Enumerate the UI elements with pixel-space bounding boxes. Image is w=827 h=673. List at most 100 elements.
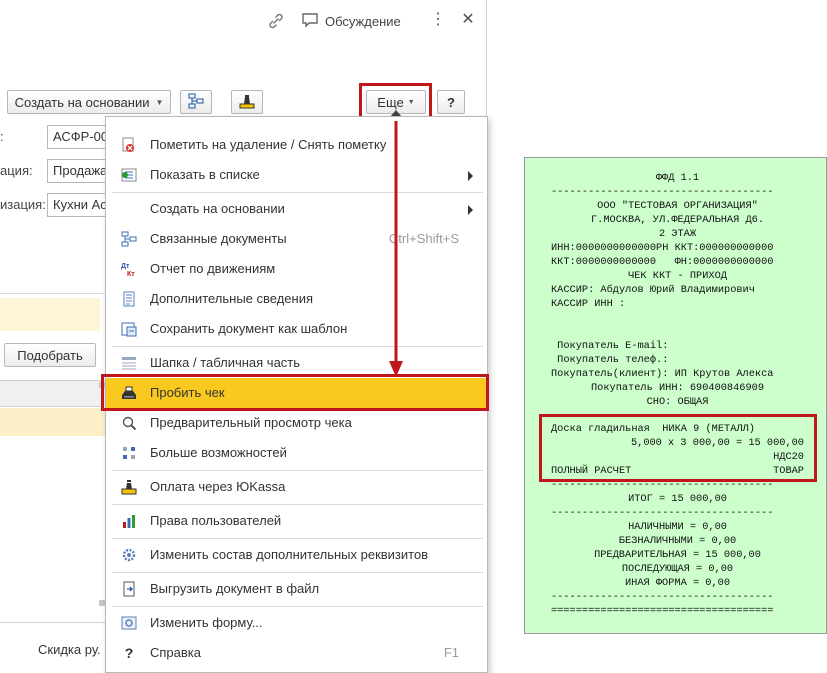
- info-banner: [0, 298, 100, 331]
- svg-text:Дт: Дт: [121, 263, 130, 270]
- menu-item-edit-form[interactable]: Изменить форму...: [106, 608, 487, 638]
- speech-bubble-icon: [301, 11, 319, 32]
- receipt-prepaid: ПРЕДВАРИТЕЛЬНАЯ = 15 000,00: [594, 549, 761, 561]
- receipt-total: ИТОГ = 15 000,00: [628, 493, 727, 505]
- header-table-icon: [121, 355, 137, 371]
- help-icon: ?: [124, 645, 134, 661]
- menu-separator: [112, 504, 483, 505]
- receipt-item-highlight: [539, 414, 817, 482]
- punch-receipt-highlight: [101, 374, 489, 411]
- table-header: [0, 380, 107, 407]
- menu-item-receipt-preview[interactable]: Предварительный просмотр чека: [106, 408, 487, 438]
- discussion-label: Обсуждение: [325, 14, 401, 29]
- discussion-button[interactable]: Обсуждение: [301, 11, 401, 32]
- menu-item-edit-attributes[interactable]: Изменить состав дополнительных реквизито…: [106, 540, 487, 570]
- pick-items-label: Подобрать: [17, 347, 83, 363]
- menu-item-label: Связанные документы: [150, 231, 287, 246]
- create-based-on-button[interactable]: Создать на основании ▼: [7, 90, 171, 114]
- svg-text:Кт: Кт: [127, 271, 135, 277]
- operation-field-label: ация:: [0, 163, 33, 178]
- table-row[interactable]: [0, 408, 107, 436]
- pick-items-button[interactable]: Подобрать: [4, 343, 96, 367]
- section-divider: [0, 293, 107, 294]
- show-in-list-icon: [121, 167, 137, 183]
- receipt-address-line2: 2 ЭТАЖ: [658, 228, 697, 240]
- kassa-icon: [121, 479, 137, 495]
- receipt-inn-kkt: ИНН:0000000000000РН ККТ:000000000000: [551, 242, 774, 254]
- menu-item-shortcut: F1: [443, 645, 459, 660]
- menu-item-label: Отчет по движениям: [150, 261, 276, 276]
- close-icon[interactable]: ✕: [460, 11, 476, 31]
- receipt-address-line1: Г.МОСКВА, УЛ.ФЕДЕРАЛЬНАЯ Д6.: [590, 214, 765, 226]
- discount-label: Скидка ру.: [38, 642, 101, 657]
- create-based-on-label: Создать на основании: [14, 94, 150, 110]
- receipt-cashier-inn: КАССИР ИНН :: [551, 298, 626, 310]
- receipt-cashless: БЕЗНАЛИЧНЫМИ = 0,00: [618, 535, 737, 547]
- punch-receipt-toolbar-button[interactable]: [231, 90, 263, 114]
- document-structure-button[interactable]: [180, 90, 212, 114]
- submenu-arrow-icon: [468, 205, 473, 215]
- menu-item-more-features[interactable]: Больше возможностей: [106, 438, 487, 468]
- menu-separator: [112, 572, 483, 573]
- menu-item-label: Создать на основании: [150, 201, 285, 216]
- annotation-arrow: [389, 121, 403, 377]
- receipt-dash-line: ------------------------------------: [551, 186, 774, 198]
- menu-item-label: Больше возможностей: [150, 445, 287, 460]
- menu-item-label: Изменить форму...: [150, 615, 263, 630]
- receipt-buyer-email: Покупатель E-mail:: [551, 340, 669, 352]
- structure-icon: [187, 92, 205, 113]
- menu-separator: [112, 470, 483, 471]
- link-icon[interactable]: [266, 11, 286, 31]
- gear-icon: [121, 547, 137, 563]
- menu-item-label: Пометить на удаление / Снять пометку: [150, 137, 387, 152]
- receipt-buyer-inn: Покупатель ИНН: 690400846909: [590, 382, 765, 394]
- chevron-down-icon: ▼: [155, 97, 164, 107]
- save-template-icon: [121, 321, 137, 337]
- operation-field[interactable]: Продажа: [47, 159, 109, 183]
- preview-icon: [121, 415, 137, 431]
- menu-item-label: Дополнительные сведения: [150, 291, 314, 306]
- more-actions-icon[interactable]: ⋮: [430, 11, 446, 31]
- export-file-icon: [121, 581, 137, 597]
- receipt-cashier: КАССИР: Абдулов Юрий Владимирович: [551, 284, 755, 296]
- menu-item-movements-report[interactable]: Дт Кт Отчет по движениям: [106, 254, 487, 284]
- menu-item-label: Справка: [150, 645, 201, 660]
- organization-field-label: изация:: [0, 197, 46, 212]
- menu-separator: [112, 538, 483, 539]
- menu-item-label: Оплата через ЮKassa: [150, 479, 286, 494]
- menu-item-label: Права пользователей: [150, 513, 282, 528]
- debit-credit-icon: Дт Кт: [121, 261, 137, 277]
- menu-item-additional-info[interactable]: Дополнительные сведения: [106, 284, 487, 314]
- menu-item-save-template[interactable]: Сохранить документ как шаблон: [106, 314, 487, 344]
- menu-item-mark-delete[interactable]: Пометить на удаление / Снять пометку: [106, 130, 487, 160]
- cash-register-icon: [238, 92, 256, 113]
- linked-docs-icon: [121, 231, 137, 247]
- receipt-buyer-phone: Покупатель телеф.:: [551, 354, 669, 366]
- receipt-preview: ФФД 1.1 --------------------------------…: [524, 157, 827, 634]
- menu-item-user-rights[interactable]: Права пользователей: [106, 506, 487, 536]
- receipt-other-form: ИНАЯ ФОРМА = 0,00: [624, 577, 731, 589]
- menu-item-export-file[interactable]: Выгрузить документ в файл: [106, 574, 487, 604]
- menu-item-label: Шапка / табличная часть: [150, 355, 301, 370]
- submenu-arrow-icon: [468, 171, 473, 181]
- menu-item-label: Сохранить документ как шаблон: [150, 321, 348, 336]
- edit-form-icon: [121, 615, 137, 631]
- menu-item-yookassa-payment[interactable]: Оплата через ЮKassa: [106, 472, 487, 502]
- menu-item-label: Выгрузить документ в файл: [150, 581, 320, 596]
- receipt-kkt-fn: ККТ:0000000000000 ФН:0000000000000: [551, 256, 774, 268]
- user-rights-icon: [121, 513, 137, 529]
- menu-item-create-based-on[interactable]: Создать на основании: [106, 194, 487, 224]
- menu-item-label: Изменить состав дополнительных реквизито…: [150, 547, 429, 562]
- menu-item-show-in-list[interactable]: Показать в списке: [106, 160, 487, 190]
- receipt-buyer-client: Покупатель(клиент): ИП Крутов Алекса: [551, 368, 774, 380]
- number-field[interactable]: АСФР-00: [47, 125, 109, 149]
- additional-info-icon: [121, 291, 137, 307]
- menu-item-linked-documents[interactable]: Связанные документы Ctrl+Shift+S: [106, 224, 487, 254]
- receipt-postpaid: ПОСЛЕДУЮЩАЯ = 0,00: [621, 563, 734, 575]
- receipt-sno: СНО: ОБЩАЯ: [646, 396, 709, 408]
- menu-item-help[interactable]: ? Справка F1: [106, 638, 487, 668]
- help-button[interactable]: ?: [437, 90, 465, 114]
- organization-field[interactable]: Кухни Ас: [47, 193, 109, 217]
- menu-item-label: Предварительный просмотр чека: [150, 415, 352, 430]
- receipt-dash-line: ------------------------------------: [551, 507, 774, 519]
